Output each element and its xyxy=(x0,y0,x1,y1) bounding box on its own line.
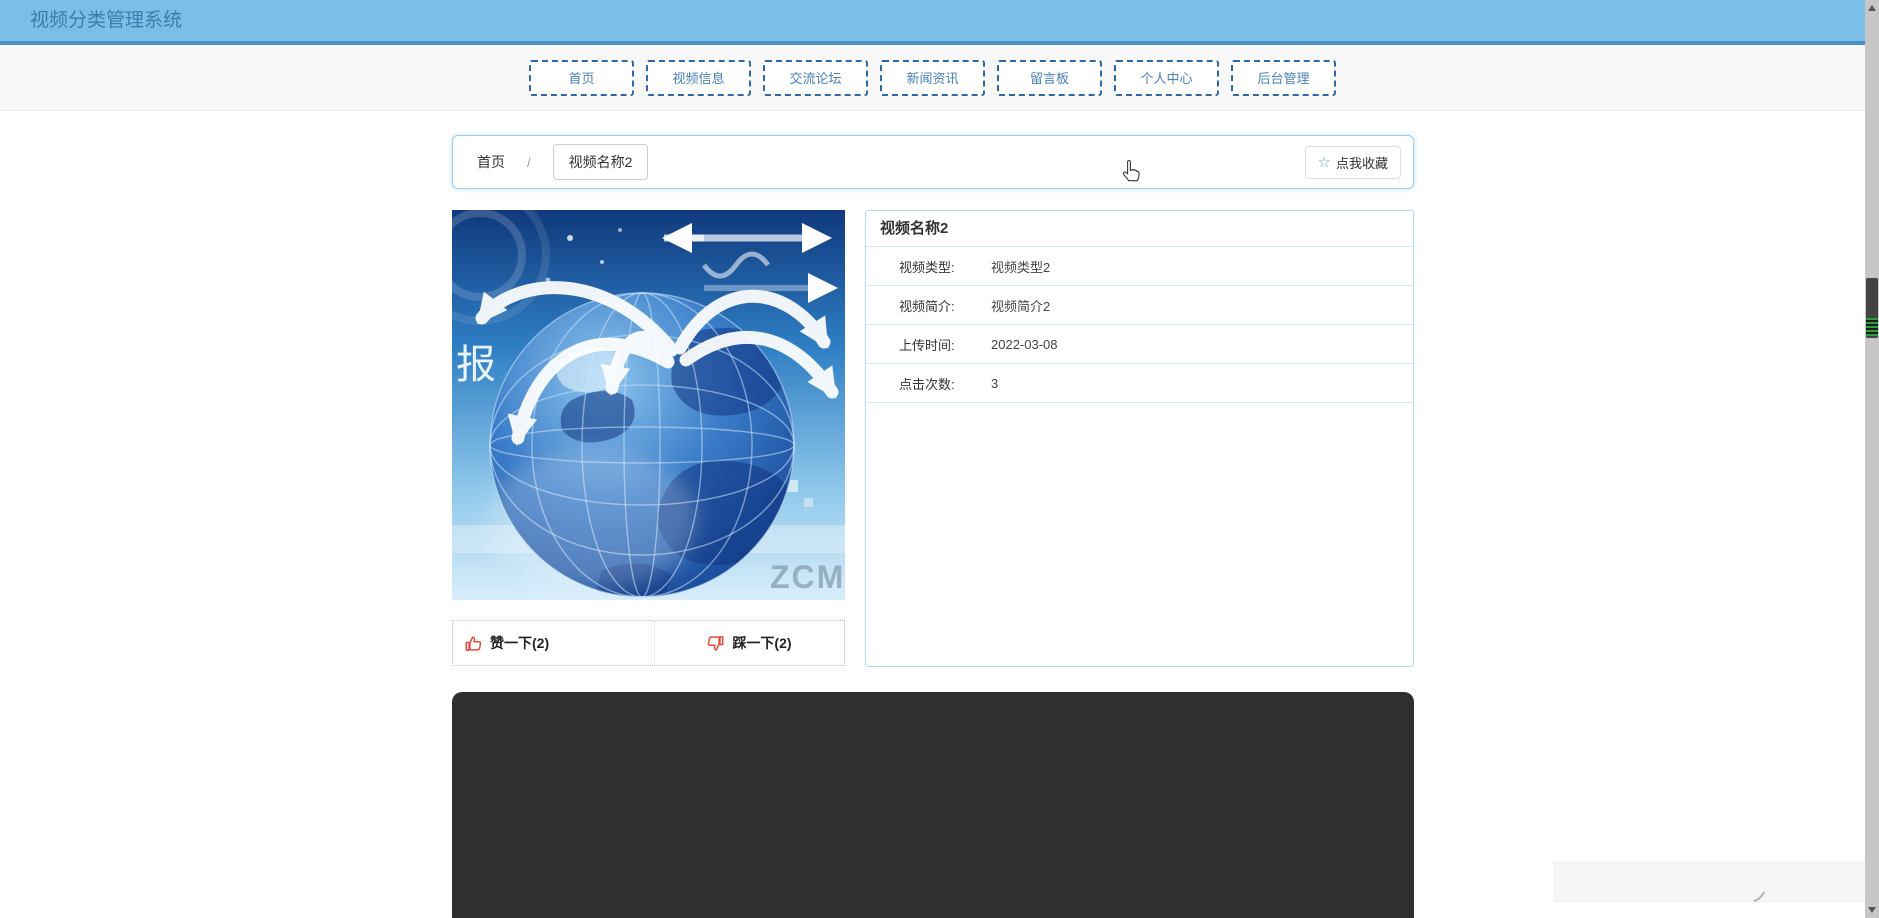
favorite-button[interactable]: ☆ 点我收藏 xyxy=(1304,145,1401,179)
scroll-down-icon[interactable] xyxy=(1868,907,1876,913)
video-thumbnail: 报 ZCM xyxy=(452,210,845,600)
field-label: 视频类型: xyxy=(899,259,955,275)
nav-item-video-info[interactable]: 视频信息 xyxy=(646,59,751,96)
thumb-up-icon xyxy=(465,635,482,651)
nav-item-label: 交流论坛 xyxy=(789,71,842,86)
field-label: 视频简介: xyxy=(899,298,955,314)
nav-item-admin[interactable]: 后台管理 xyxy=(1231,59,1336,96)
info-row-upload-time: 上传时间: 2022-03-08 xyxy=(866,325,1413,364)
main-nav: 首页 视频信息 交流论坛 新闻资讯 留言板 个人中心 后台管理 xyxy=(0,45,1865,111)
reaction-bar: 赞一下(2) 踩一下(2) xyxy=(452,620,845,666)
vertical-scrollbar[interactable] xyxy=(1865,0,1879,918)
app-title: 视频分类管理系统 xyxy=(30,10,183,31)
nav-item-label: 个人中心 xyxy=(1140,71,1193,86)
thumb-down-icon xyxy=(708,635,724,651)
nav-item-home[interactable]: 首页 xyxy=(529,59,634,96)
thumbnail-column: 报 ZCM 赞一下(2) 踩一下(2) xyxy=(452,210,845,667)
nav-item-personal-center[interactable]: 个人中心 xyxy=(1114,59,1219,96)
nav-item-label: 留言板 xyxy=(1029,71,1069,86)
nav-item-message-board[interactable]: 留言板 xyxy=(997,59,1102,96)
field-value: 视频类型2 xyxy=(991,259,1051,275)
thumbnail-watermark: ZCM xyxy=(770,559,845,595)
nav-item-label: 后台管理 xyxy=(1257,71,1310,86)
dislike-label: 踩一下(2) xyxy=(732,635,792,651)
field-value: 3 xyxy=(991,375,999,391)
nav-item-label: 视频信息 xyxy=(672,71,725,86)
nav-item-news[interactable]: 新闻资讯 xyxy=(880,59,985,96)
content-area: 首页 / 视频名称2 ☆ 点我收藏 报 ZCM 赞一下(2) 踩一下(2) 视频… xyxy=(452,135,1414,918)
star-icon: ☆ xyxy=(1317,153,1331,171)
favorite-button-label: 点我收藏 xyxy=(1335,155,1388,171)
field-label: 上传时间: xyxy=(899,337,955,353)
page: 视频分类管理系统 首页 视频信息 交流论坛 新闻资讯 留言板 个人中心 后台管理… xyxy=(0,0,1879,918)
corner-mark-icon xyxy=(1753,891,1765,902)
breadcrumb: 首页 / 视频名称2 ☆ 点我收藏 xyxy=(452,135,1414,189)
thumbnail-overlay-text: 报 xyxy=(456,343,496,387)
like-button[interactable]: 赞一下(2) xyxy=(453,621,654,665)
scrollbar-thumb-stripes xyxy=(1866,318,1878,336)
breadcrumb-home-link[interactable]: 首页 xyxy=(477,152,505,172)
info-row-click-count: 点击次数: 3 xyxy=(866,364,1413,403)
nav-item-label: 首页 xyxy=(568,71,595,86)
video-player[interactable] xyxy=(452,692,1414,918)
nav-item-label: 新闻资讯 xyxy=(906,71,959,86)
info-row-type: 视频类型: 视频类型2 xyxy=(866,247,1413,286)
scrollbar-thumb[interactable] xyxy=(1866,278,1878,338)
breadcrumb-current: 视频名称2 xyxy=(552,144,649,180)
corner-overlay xyxy=(1553,861,1868,903)
field-label: 点击次数: xyxy=(899,376,955,392)
video-info-panel: 视频名称2 视频类型: 视频类型2 视频简介: 视频简介2 上传时间: 2022… xyxy=(865,210,1414,667)
video-title: 视频名称2 xyxy=(866,211,1413,247)
mouse-cursor-icon xyxy=(1122,159,1140,182)
dislike-button[interactable]: 踩一下(2) xyxy=(654,621,844,665)
info-row-intro: 视频简介: 视频简介2 xyxy=(866,286,1413,325)
video-detail-section: 报 ZCM 赞一下(2) 踩一下(2) 视频名称2 视频类型: 视频类型2 视频… xyxy=(452,210,1414,667)
nav-item-forum[interactable]: 交流论坛 xyxy=(763,59,868,96)
field-value: 2022-03-08 xyxy=(991,336,1058,352)
breadcrumb-separator: / xyxy=(527,154,531,170)
app-header: 视频分类管理系统 xyxy=(0,0,1865,45)
like-label: 赞一下(2) xyxy=(490,635,550,651)
scroll-up-icon[interactable] xyxy=(1868,5,1876,11)
field-value: 视频简介2 xyxy=(991,298,1051,314)
